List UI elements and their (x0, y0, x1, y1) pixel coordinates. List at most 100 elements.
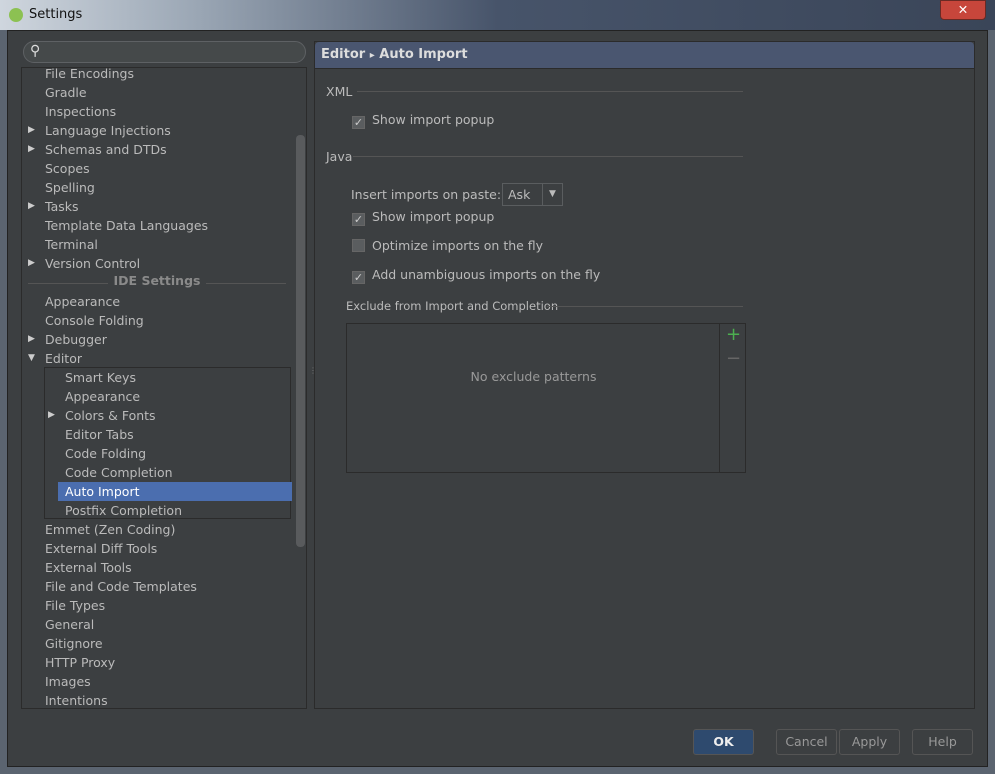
tree-scrollbar[interactable] (296, 135, 305, 547)
tree-item-label: Appearance (45, 294, 121, 309)
tree-item[interactable]: Appearance (65, 387, 140, 406)
android-studio-icon (9, 8, 23, 22)
tree-item[interactable]: ▶ Tasks (28, 197, 79, 216)
tree-item[interactable]: General (45, 615, 94, 634)
tree-item[interactable]: ▶ Debugger (28, 330, 107, 349)
tree-item-label: Emmet (Zen Coding) (45, 522, 176, 537)
breadcrumb-separator-icon: ▸ (369, 50, 375, 61)
tree-item-label: Scopes (45, 161, 90, 176)
tree-item-label: Postfix Completion (65, 503, 182, 518)
tree-item-label: Template Data Languages (45, 218, 209, 233)
search-input[interactable]: ⚲ (23, 41, 306, 63)
tree-item-label: Auto Import (65, 484, 140, 499)
tree-item[interactable]: Emmet (Zen Coding) (45, 520, 175, 539)
tree-item[interactable]: Smart Keys (65, 368, 136, 387)
collapsed-arrow-icon[interactable]: ▶ (28, 330, 35, 349)
insert-imports-label: Insert imports on paste: (351, 187, 502, 202)
tree-item[interactable]: ▶ Language Injections (28, 121, 171, 140)
collapsed-arrow-icon[interactable]: ▶ (28, 197, 35, 216)
tree-item-label: Console Folding (45, 313, 144, 328)
tree-item[interactable]: Scopes (45, 159, 90, 178)
tree-item[interactable]: File and Code Templates (45, 577, 197, 596)
tree-item[interactable]: External Diff Tools (45, 539, 157, 558)
search-icon: ⚲ (30, 43, 41, 59)
tree-item[interactable]: Code Completion (65, 463, 173, 482)
tree-item[interactable]: Terminal (45, 235, 98, 254)
tree-item-label: Tasks (45, 199, 79, 214)
divider (357, 91, 743, 92)
collapsed-arrow-icon[interactable]: ▶ (48, 406, 55, 425)
tree-item-label: Smart Keys (65, 370, 136, 385)
tree-item[interactable]: Postfix Completion (65, 501, 182, 520)
tree-item[interactable]: Appearance (45, 292, 120, 311)
insert-imports-dropdown[interactable]: Ask ▼ (502, 183, 563, 206)
chevron-down-icon: ▼ (542, 184, 562, 205)
cancel-button[interactable]: Cancel (776, 729, 837, 755)
add-unambiguous-imports-checkbox[interactable]: ✓ Add unambiguous imports on the fly (352, 266, 600, 284)
tree-item[interactable]: Code Folding (65, 444, 146, 463)
empty-list-text: No exclude patterns (470, 369, 597, 384)
tree-item[interactable]: Template Data Languages (45, 216, 208, 235)
tree-item[interactable]: Console Folding (45, 311, 144, 330)
add-icon[interactable]: + (726, 324, 741, 345)
settings-tree: IDE Settings File Encodings Gradle Inspect… (21, 67, 307, 709)
tree-item[interactable]: Spelling (45, 178, 95, 197)
help-button[interactable]: Help (912, 729, 973, 755)
checkbox-checked-icon: ✓ (352, 116, 365, 129)
tree-item-label: Terminal (45, 237, 98, 252)
collapsed-arrow-icon[interactable]: ▶ (28, 140, 35, 159)
tree-item[interactable]: Auto Import (58, 482, 292, 501)
xml-section-title: XML (326, 84, 353, 99)
tree-item-label: Editor (45, 351, 82, 366)
tree-item[interactable]: Inspections (45, 102, 116, 121)
java-section-title: Java (326, 149, 353, 164)
title-bar: Settings ✕ (0, 0, 995, 30)
tree-item-label: Code Completion (65, 465, 173, 480)
tree-item[interactable]: HTTP Proxy (45, 653, 115, 672)
tree-item[interactable]: Intentions (45, 691, 108, 708)
list-toolbar: + − (719, 324, 745, 472)
tree-item-label: File and Code Templates (45, 579, 197, 594)
ok-button[interactable]: OK (693, 729, 754, 755)
tree-item-label: Gradle (45, 85, 87, 100)
tree-item-label: Inspections (45, 104, 117, 119)
tree-item[interactable]: ▶ Version Control (28, 254, 140, 273)
tree-item-label: Intentions (45, 693, 108, 708)
close-button[interactable]: ✕ (940, 0, 986, 20)
xml-show-import-popup-checkbox[interactable]: ✓ Show import popup (352, 111, 494, 129)
tree-item-label: External Diff Tools (45, 541, 158, 556)
tree-item-label: Images (45, 674, 91, 689)
tree-item[interactable]: External Tools (45, 558, 132, 577)
tree-item[interactable]: ▶ Colors & Fonts (48, 406, 156, 425)
optimize-imports-checkbox[interactable]: Optimize imports on the fly (352, 237, 543, 255)
checkbox-unchecked-icon (352, 239, 365, 252)
apply-button[interactable]: Apply (839, 729, 900, 755)
tree-item-label: Language Injections (45, 123, 171, 138)
checkbox-checked-icon: ✓ (352, 271, 365, 284)
remove-icon[interactable]: − (726, 348, 741, 369)
tree-item[interactable]: File Types (45, 596, 105, 615)
tree-item[interactable]: Gradle (45, 83, 87, 102)
tree-item-label: Spelling (45, 180, 95, 195)
tree-item[interactable]: Gitignore (45, 634, 103, 653)
expanded-arrow-icon[interactable]: ▼ (28, 349, 35, 368)
collapsed-arrow-icon[interactable]: ▶ (28, 254, 35, 273)
settings-content: Editor ▸ Auto Import XML ✓ Show import po… (314, 41, 975, 709)
exclude-patterns-list[interactable]: No exclude patterns + − (346, 323, 746, 473)
tree-item[interactable]: ▶ Schemas and DTDs (28, 140, 167, 159)
tree-item-label: Schemas and DTDs (45, 142, 167, 157)
collapsed-arrow-icon[interactable]: ▶ (28, 121, 35, 140)
tree-item-label: Editor Tabs (65, 427, 134, 442)
tree-item[interactable]: ▼ Editor (28, 349, 82, 368)
tree-item[interactable]: File Encodings (45, 67, 135, 83)
settings-dialog: ⚲ IDE Settings File Encodings Gradle Inspe… (7, 30, 988, 767)
breadcrumb-parent: Editor (321, 47, 366, 62)
java-show-import-popup-checkbox[interactable]: ✓ Show import popup (352, 208, 494, 226)
tree-item-label: File Types (45, 598, 106, 613)
tree-item-label: Gitignore (45, 636, 103, 651)
tree-item[interactable]: Editor Tabs (65, 425, 134, 444)
tree-item[interactable]: Images (45, 672, 91, 691)
tree-item-label: Debugger (45, 332, 107, 347)
breadcrumb: Editor ▸ Auto Import (315, 42, 974, 69)
tree-item-label: File Encodings (45, 67, 135, 81)
